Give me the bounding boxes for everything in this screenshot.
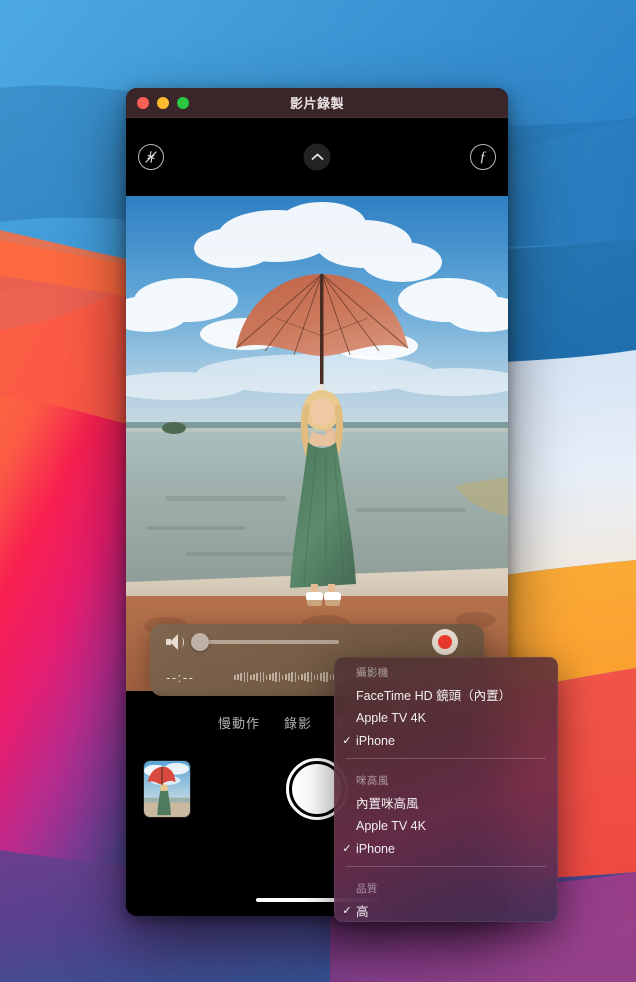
menu-group-3: 品質✓高最佳 xyxy=(334,873,558,922)
chevron-up-icon[interactable] xyxy=(303,143,331,171)
menu-group-header: 攝影機 xyxy=(356,667,389,679)
menu-group-1: 攝影機 FaceTime HD 鏡頭（內置） Apple TV 4K ✓ iPhone xyxy=(334,657,558,752)
menu-item-label: Apple TV 4K xyxy=(356,818,426,833)
meter-bar xyxy=(313,674,316,680)
meter-bar xyxy=(278,671,281,683)
close-button[interactable] xyxy=(137,96,149,109)
aperture-f-icon[interactable]: ƒ xyxy=(470,144,496,170)
menu-item-label: 高 xyxy=(356,905,369,919)
menu-item-label: iPhone xyxy=(356,733,395,748)
menu-item[interactable]: ✓ iPhone xyxy=(334,729,558,752)
flash-off-glyph xyxy=(145,151,157,163)
hud-top-row xyxy=(150,624,484,660)
meter-bar xyxy=(281,674,284,680)
meter-bar xyxy=(269,673,271,681)
camera-mode-1[interactable]: 慢動作 xyxy=(218,713,260,732)
menu-group-header: 品質 xyxy=(356,883,378,895)
meter-bar xyxy=(326,671,329,683)
meter-bar xyxy=(237,673,239,681)
live-video-preview xyxy=(126,196,508,691)
meter-bar xyxy=(288,673,290,681)
meter-bar xyxy=(329,674,332,680)
camera-toolbar: ƒ xyxy=(126,118,508,196)
menu-item-label: Apple TV 4K xyxy=(356,710,426,725)
meter-bar xyxy=(259,672,262,682)
record-icon xyxy=(438,635,452,649)
meter-bar xyxy=(294,671,297,683)
checkmark-icon: ✓ xyxy=(342,905,352,917)
menu-separator xyxy=(346,866,546,867)
volume-slider[interactable] xyxy=(191,633,339,651)
camera-settings-menu: 攝影機 FaceTime HD 鏡頭（內置） Apple TV 4K ✓ iPhone 咪… xyxy=(334,657,558,922)
menu-item-label: FaceTime HD 鏡頭（內置） xyxy=(356,689,512,703)
meter-bar xyxy=(246,671,249,683)
menu-item[interactable]: ✓ iPhone xyxy=(334,837,558,860)
menu-item[interactable]: 內置咪高風 xyxy=(334,791,558,814)
meter-bar xyxy=(307,672,309,682)
meter-bar xyxy=(310,671,313,683)
menu-item[interactable]: Apple TV 4K xyxy=(334,706,558,729)
meter-bar xyxy=(240,673,242,681)
timecode-display: --:-- xyxy=(166,669,195,685)
meter-bar xyxy=(275,672,278,682)
window-titlebar: 影片錄製 xyxy=(126,88,508,118)
meter-bar xyxy=(285,673,287,681)
checkmark-icon: ✓ xyxy=(342,843,352,855)
volume-track xyxy=(191,640,339,644)
meter-bar xyxy=(297,674,300,680)
menu-item[interactable]: FaceTime HD 鏡頭（內置） xyxy=(334,683,558,706)
menu-group-2: 咪高風內置咪高風 Apple TV 4K ✓ iPhone xyxy=(334,765,558,860)
meter-bar xyxy=(243,672,246,682)
menu-group-header: 咪高風 xyxy=(356,775,389,787)
thumbnail-art xyxy=(144,761,190,817)
meter-bar xyxy=(300,673,303,681)
meter-bar xyxy=(304,673,306,681)
zoom-button[interactable] xyxy=(177,96,189,109)
checkmark-icon: ✓ xyxy=(342,735,352,747)
meter-bar xyxy=(234,674,236,680)
meter-bar xyxy=(262,671,265,683)
menu-item[interactable]: ✓ 高 xyxy=(334,899,558,922)
meter-bar xyxy=(320,673,322,681)
minimize-button[interactable] xyxy=(157,96,169,109)
meter-bar xyxy=(249,674,252,680)
meter-bar xyxy=(256,673,258,681)
f-glyph: ƒ xyxy=(479,148,487,165)
speaker-icon[interactable] xyxy=(166,634,184,650)
flash-off-icon[interactable] xyxy=(138,144,164,170)
meter-bar xyxy=(316,673,319,681)
menu-item[interactable]: Apple TV 4K xyxy=(334,814,558,837)
meter-bar xyxy=(265,674,268,680)
meter-bar xyxy=(323,672,325,682)
meter-bar xyxy=(272,673,274,681)
traffic-lights xyxy=(126,96,189,109)
menu-separator xyxy=(346,758,546,759)
last-photo-thumbnail[interactable] xyxy=(143,760,191,818)
camera-mode-2[interactable]: 錄影 xyxy=(284,713,312,732)
menu-item-label: iPhone xyxy=(356,841,395,856)
chevron-up-glyph xyxy=(311,153,323,160)
meter-bar xyxy=(291,672,293,682)
volume-knob[interactable] xyxy=(191,633,209,651)
meter-bar xyxy=(253,673,255,681)
video-frame-art xyxy=(126,196,508,691)
menu-item-label: 內置咪高風 xyxy=(356,797,419,811)
record-button[interactable] xyxy=(432,629,458,655)
